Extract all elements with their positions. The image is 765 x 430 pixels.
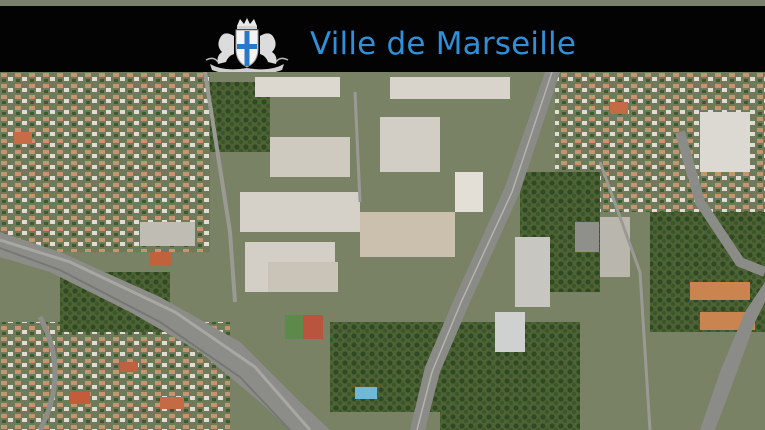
city-crest-icon — [205, 18, 289, 72]
aerial-city-photo — [0, 72, 765, 430]
header-bar: Ville de Marseille — [0, 6, 765, 72]
page-title: Ville de Marseille — [310, 26, 577, 62]
